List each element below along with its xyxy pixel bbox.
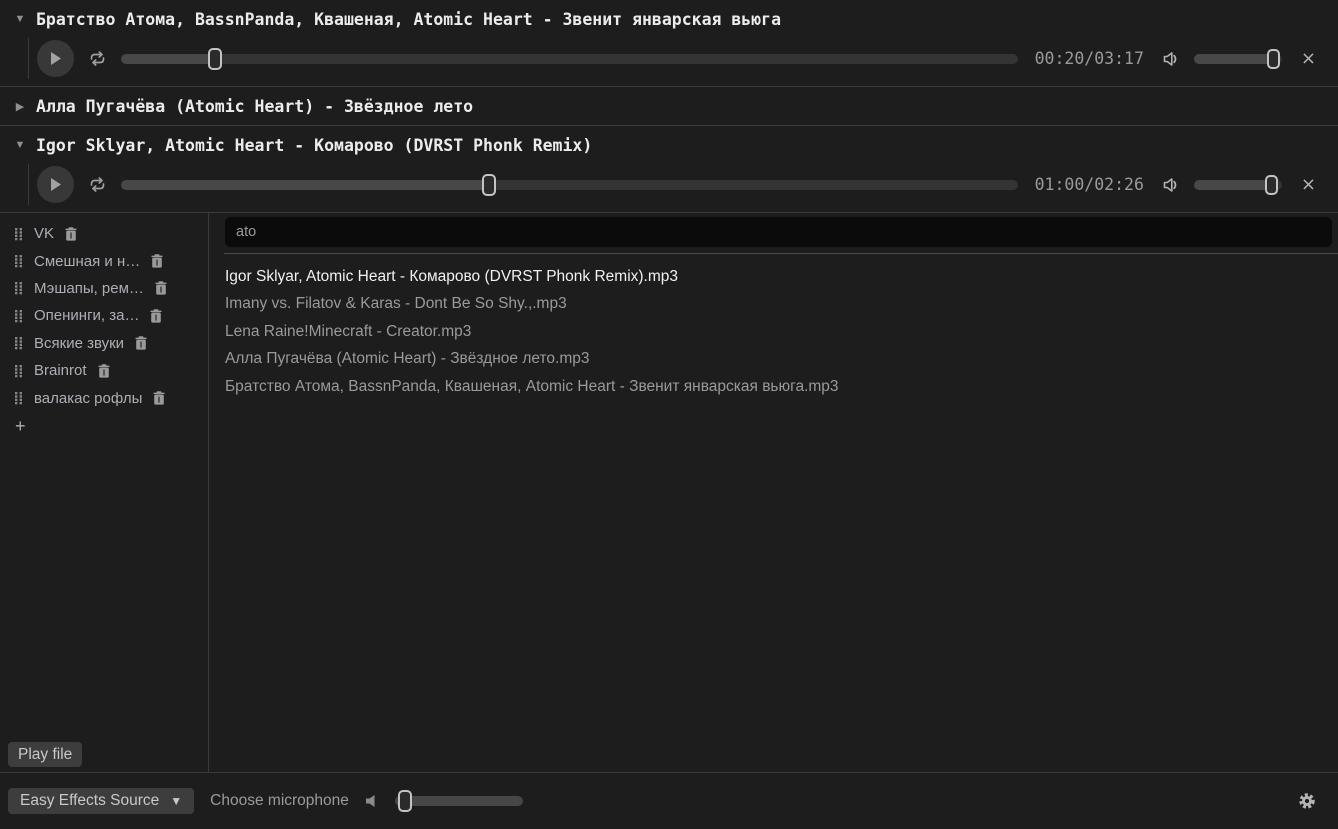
mic-volume-track[interactable] (395, 796, 523, 806)
drag-handle-icon[interactable] (14, 227, 23, 241)
player-row-2: ▶ Алла Пугачёва (Atomic Heart) - Звёздно… (0, 87, 1338, 126)
file-list: Igor Sklyar, Atomic Heart - Комарово (DV… (225, 254, 1332, 400)
time-display: 00:20/03:17 (1035, 49, 1144, 68)
bottom-bar: Easy Effects Source ▼ Choose microphone (0, 772, 1338, 829)
player-controls: 00:20/03:17 × (28, 38, 1338, 79)
trash-icon[interactable] (155, 281, 167, 295)
sidebar-item-label: Мэшапы, рем… (34, 280, 144, 297)
sidebar-item-label: VK (34, 225, 54, 242)
collapse-toggle-icon[interactable]: ▼ (14, 139, 26, 151)
sidebar-item-label: Всякие звуки (34, 335, 124, 352)
player-header: ▼ Братство Атома, BassnPanda, Квашеная, … (0, 0, 1338, 38)
player-header: ▼ Igor Sklyar, Atomic Heart - Комарово (… (0, 126, 1338, 164)
play-button[interactable] (37, 166, 74, 203)
sidebar-item-label: Brainrot (34, 362, 87, 379)
volume-slider[interactable] (1194, 174, 1282, 196)
search-input[interactable] (225, 217, 1332, 247)
seek-track[interactable] (121, 54, 1018, 64)
seek-slider[interactable] (121, 174, 1018, 196)
source-select[interactable]: Easy Effects Source ▼ (8, 788, 194, 814)
sidebar: VK Смешная и н… Мэшапы, рем… Опенинги, з… (0, 213, 209, 772)
sidebar-item-valakas[interactable]: валакас рофлы (0, 384, 208, 411)
repeat-icon[interactable] (87, 176, 108, 193)
gear-icon[interactable] (1298, 792, 1316, 810)
trash-icon[interactable] (153, 391, 165, 405)
source-select-label: Easy Effects Source (20, 792, 159, 810)
file-item[interactable]: Igor Sklyar, Atomic Heart - Комарово (DV… (225, 263, 1332, 290)
close-icon[interactable]: × (1301, 50, 1316, 68)
sidebar-item-mashups[interactable]: Мэшапы, рем… (0, 275, 208, 302)
repeat-icon[interactable] (87, 50, 108, 67)
trash-icon[interactable] (98, 364, 110, 378)
player-controls: 01:00/02:26 × (28, 164, 1338, 205)
volume-handle[interactable] (1267, 49, 1280, 69)
sidebar-item-sounds[interactable]: Всякие звуки (0, 330, 208, 357)
play-icon (49, 177, 62, 192)
drag-handle-icon[interactable] (14, 309, 23, 323)
time-display: 01:00/02:26 (1035, 175, 1144, 194)
sidebar-item-label: Смешная и н… (34, 253, 140, 270)
expand-toggle-icon[interactable]: ▶ (14, 100, 26, 113)
play-icon (49, 51, 62, 66)
drag-handle-icon[interactable] (14, 391, 23, 405)
play-button[interactable] (37, 40, 74, 77)
sidebar-item-brainrot[interactable]: Brainrot (0, 357, 208, 384)
sidebar-item-vk[interactable]: VK (0, 220, 208, 247)
close-icon[interactable]: × (1301, 176, 1316, 194)
player-row-3: ▼ Igor Sklyar, Atomic Heart - Комарово (… (0, 126, 1338, 213)
microphone-label: Choose microphone (210, 792, 349, 810)
player-title: Алла Пугачёва (Atomic Heart) - Звёздное … (36, 97, 473, 116)
volume-handle[interactable] (1265, 175, 1278, 195)
play-file-button[interactable]: Play file (8, 742, 82, 767)
seek-track[interactable] (121, 180, 1018, 190)
add-tab-button[interactable]: + (0, 416, 40, 437)
drag-handle-icon[interactable] (14, 254, 23, 268)
trash-icon[interactable] (151, 254, 163, 268)
seek-handle[interactable] (482, 174, 496, 196)
drag-handle-icon[interactable] (14, 281, 23, 295)
drag-handle-icon[interactable] (14, 364, 23, 378)
player-row-1: ▼ Братство Атома, BassnPanda, Квашеная, … (0, 0, 1338, 87)
sidebar-item-label: Опенинги, за… (34, 307, 139, 324)
sidebar-item-openings[interactable]: Опенинги, за… (0, 302, 208, 329)
player-title: Братство Атома, BassnPanda, Квашеная, At… (36, 10, 781, 29)
collapse-toggle-icon[interactable]: ▼ (14, 13, 26, 25)
file-item[interactable]: Lena Raine!Minecraft - Creator.mp3 (225, 318, 1332, 345)
soundboard-app: ▼ Братство Атома, BassnPanda, Квашеная, … (0, 0, 1338, 829)
muted-speaker-icon[interactable] (365, 793, 379, 809)
player-header: ▶ Алла Пугачёва (Atomic Heart) - Звёздно… (0, 87, 1338, 125)
sidebar-item-label: валакас рофлы (34, 390, 142, 407)
main-panel: Igor Sklyar, Atomic Heart - Комарово (DV… (209, 213, 1338, 772)
trash-icon[interactable] (150, 309, 162, 323)
volume-icon[interactable] (1161, 176, 1181, 194)
mic-volume-handle[interactable] (398, 790, 412, 812)
mic-volume-slider[interactable] (395, 790, 523, 812)
chevron-down-icon: ▼ (170, 794, 182, 808)
volume-slider[interactable] (1194, 48, 1282, 70)
content-area: VK Смешная и н… Мэшапы, рем… Опенинги, з… (0, 213, 1338, 772)
player-title: Igor Sklyar, Atomic Heart - Комарово (DV… (36, 136, 592, 155)
trash-icon[interactable] (65, 227, 77, 241)
drag-handle-icon[interactable] (14, 336, 23, 350)
seek-slider[interactable] (121, 48, 1018, 70)
file-item[interactable]: Imany vs. Filatov & Karas - Dont Be So S… (225, 290, 1332, 317)
sidebar-item-smeshnaya[interactable]: Смешная и н… (0, 247, 208, 274)
seek-handle[interactable] (208, 48, 222, 70)
trash-icon[interactable] (135, 336, 147, 350)
file-item[interactable]: Алла Пугачёва (Atomic Heart) - Звёздное … (225, 345, 1332, 372)
volume-icon[interactable] (1161, 50, 1181, 68)
file-item[interactable]: Братство Атома, BassnPanda, Квашеная, At… (225, 373, 1332, 400)
